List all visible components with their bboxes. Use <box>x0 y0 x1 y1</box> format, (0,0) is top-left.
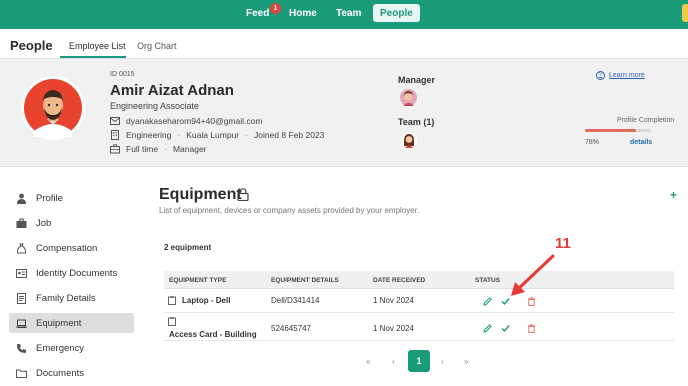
table-row[interactable]: Laptop - Dell Dell/D341414 1 Nov 2024 <box>164 290 674 313</box>
first-page-button[interactable]: « <box>366 357 370 366</box>
column-header: DATE RECEIVED <box>373 277 426 284</box>
next-page-button[interactable]: › <box>441 357 444 366</box>
profile-completion-label: Profile Completion <box>617 117 675 124</box>
manager-label: Manager <box>398 75 436 85</box>
sidebar-item-label: Emergency <box>36 342 85 354</box>
page-title: People <box>10 38 53 53</box>
phone-icon <box>17 343 26 353</box>
top-right-chip[interactable] <box>682 4 688 22</box>
profile-completion-bar <box>585 129 651 132</box>
sidebar-item-family-details[interactable]: Family Details <box>9 288 134 308</box>
building-icon <box>111 130 119 140</box>
learn-more-link[interactable]: ? Learn more <box>596 71 645 80</box>
tab-org-chart[interactable]: Org Chart <box>137 41 177 51</box>
employee-id: ID 0015 <box>110 71 135 78</box>
id-card-icon <box>16 268 27 278</box>
section-description: List of equipment, devices or company as… <box>159 206 420 215</box>
table-row[interactable]: Access Card - Building 524645747 1 Nov 2… <box>164 314 674 341</box>
annotation-arrow-icon <box>511 254 555 296</box>
separator-dot: · <box>177 130 181 140</box>
folder-icon <box>16 369 27 378</box>
nav-feed[interactable]: Feed <box>246 8 269 37</box>
person-icon <box>17 193 26 204</box>
lock-icon <box>237 188 249 201</box>
separator-dot: · <box>245 130 248 140</box>
mail-icon <box>110 117 120 125</box>
money-bag-icon <box>16 243 27 253</box>
nav-home[interactable]: Home <box>289 8 317 37</box>
employee-department: Engineering <box>126 130 172 140</box>
clipboard-icon <box>168 317 176 326</box>
equipment-details: 524645747 <box>271 324 312 333</box>
edit-pencil-icon[interactable] <box>483 297 492 306</box>
column-header: STATUS <box>475 277 501 284</box>
employment-line: Full time · Manager <box>110 144 207 154</box>
learn-more-label: Learn more <box>609 72 645 79</box>
feed-notification-badge: 1 <box>270 3 281 14</box>
sidebar-item-job[interactable]: Job <box>9 213 134 233</box>
manager-avatar[interactable] <box>400 89 417 106</box>
equipment-details: Dell/D341414 <box>271 296 320 305</box>
nav-people[interactable]: People <box>373 4 420 22</box>
equipment-type: Access Card - Building <box>169 330 257 339</box>
team-member-avatar[interactable] <box>401 132 417 148</box>
sidebar-item-label: Equipment <box>36 317 82 329</box>
add-equipment-button[interactable]: + <box>670 188 677 202</box>
employment-type: Full time <box>126 144 159 154</box>
team-label: Team (1) <box>398 117 435 127</box>
profile-completion-details-link[interactable]: details <box>630 139 652 146</box>
date-received: 1 Nov 2024 <box>373 296 414 305</box>
sidebar-item-label: Profile <box>36 192 63 204</box>
separator-dot: · <box>164 144 167 154</box>
sidebar-item-documents[interactable]: Documents <box>9 363 134 383</box>
tab-employee-list[interactable]: Employee List <box>69 41 126 51</box>
profile-completion-value: 78% <box>585 139 600 146</box>
sidebar-item-label: Documents <box>36 367 85 379</box>
employee-role: Engineering Associate <box>110 101 200 111</box>
sidebar-item-label: Identity Documents <box>36 267 118 279</box>
sidebar-item-equipment[interactable]: Equipment <box>9 313 134 333</box>
document-icon <box>17 292 26 304</box>
date-received: 1 Nov 2024 <box>373 324 414 333</box>
profile-header <box>0 59 688 167</box>
table-header: EQUIPMENT TYPE EQUIPMENT DETAILS DATE RE… <box>164 271 674 289</box>
profile-completion-fill <box>585 129 637 132</box>
laptop-icon <box>16 319 27 328</box>
sidebar-item-label: Job <box>36 217 52 229</box>
sidebar-item-identity-documents[interactable]: Identity Documents <box>9 263 134 283</box>
briefcase-icon <box>16 218 27 228</box>
column-header: EQUIPMENT DETAILS <box>271 277 339 284</box>
section-title: Equipment <box>159 186 242 203</box>
clipboard-icon <box>168 296 176 305</box>
equipment-type: Laptop - Dell <box>182 296 231 305</box>
email-line: dyanakaseharom94+40@gmail.com <box>110 116 262 126</box>
employee-email: dyanakaseharom94+40@gmail.com <box>126 116 263 126</box>
delete-trash-icon[interactable] <box>527 324 536 333</box>
briefcase-icon <box>110 144 120 154</box>
department-line: Engineering · Kuala Lumpur · Joined 8 Fe… <box>110 130 324 140</box>
last-page-button[interactable]: » <box>464 357 468 366</box>
edit-pencil-icon[interactable] <box>483 324 492 333</box>
employee-joined: Joined 8 Feb 2023 <box>253 130 325 140</box>
position-level: Manager <box>172 144 207 154</box>
sidebar-item-emergency[interactable]: Emergency <box>9 338 134 358</box>
help-circle-icon: ? <box>596 71 605 80</box>
approve-check-icon[interactable] <box>501 324 510 333</box>
employee-avatar <box>24 79 82 137</box>
current-page-button[interactable]: 1 <box>408 350 430 372</box>
column-header: EQUIPMENT TYPE <box>169 277 227 284</box>
sidebar-item-label: Compensation <box>36 242 98 254</box>
nav-team[interactable]: Team <box>336 8 361 37</box>
sidebar-item-compensation[interactable]: Compensation <box>9 238 134 258</box>
sidebar-item-label: Family Details <box>36 292 96 304</box>
employee-name: Amir Aizat Adnan <box>110 82 234 99</box>
employee-location: Kuala Lumpur <box>186 130 240 140</box>
prev-page-button[interactable]: ‹ <box>392 357 395 366</box>
equipment-count: 2 equipment <box>164 243 212 252</box>
sidebar-item-profile[interactable]: Profile <box>9 188 134 208</box>
